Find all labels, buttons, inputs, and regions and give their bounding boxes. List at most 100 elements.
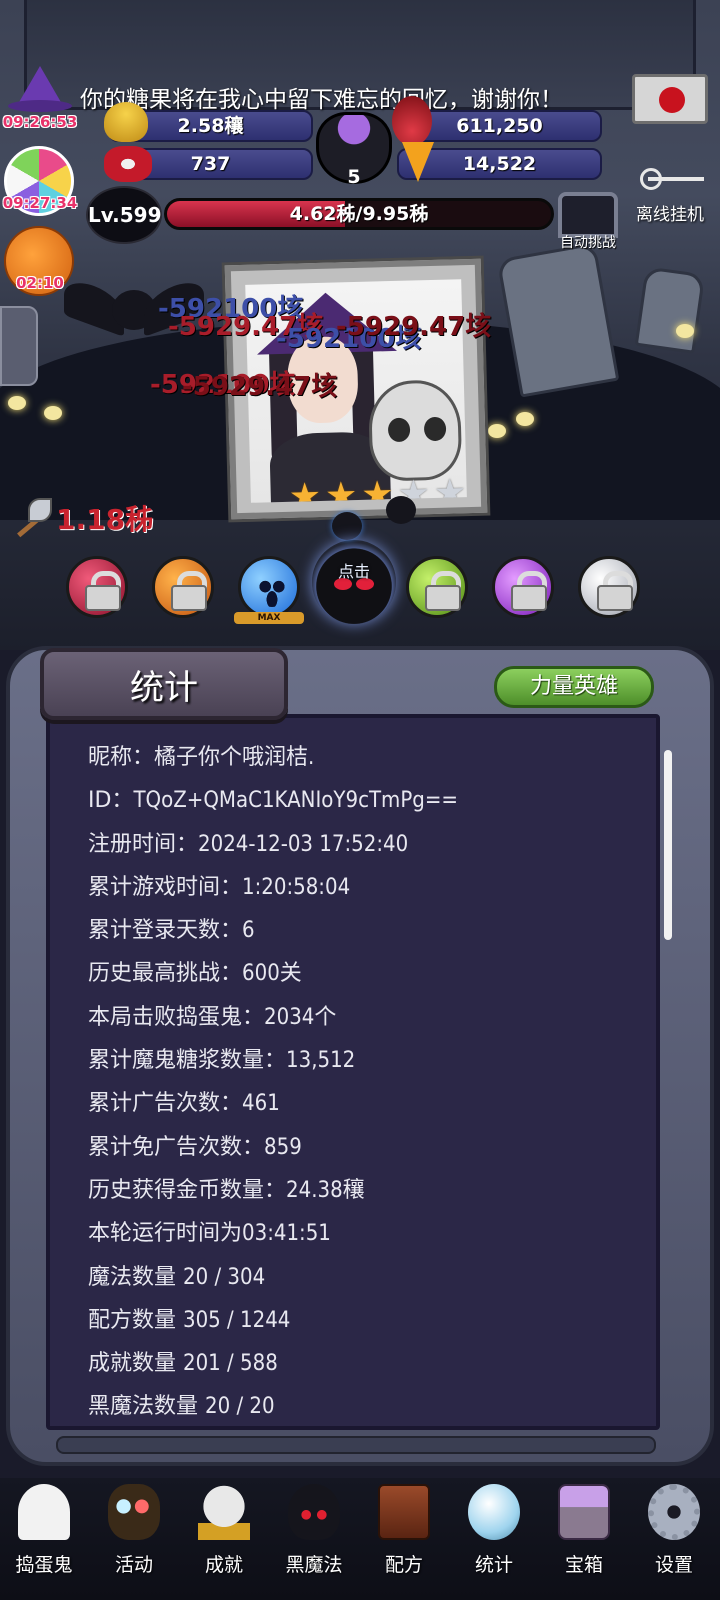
stat-row-achievements: 成就数量 201 / 588 bbox=[88, 1342, 648, 1385]
glowing-eye bbox=[676, 324, 694, 338]
nav-label: 活动 bbox=[114, 1554, 153, 1576]
mail-button[interactable] bbox=[632, 74, 708, 124]
hero-orb-white[interactable] bbox=[578, 556, 640, 618]
stat-row-nickname: 昵称：橘子你个哦润桔. bbox=[88, 736, 648, 779]
stat-value: 2024-12-03 17:52:40 bbox=[198, 831, 409, 857]
chest-icon bbox=[558, 1484, 610, 1540]
stat-row-black-magic: 黑魔法数量 20 / 20 bbox=[88, 1385, 648, 1428]
crystal-ball-icon bbox=[468, 1484, 520, 1540]
stat-value: TQoZ+QMaC1KANIoY9cTmPg== bbox=[133, 788, 459, 814]
stats-list: 昵称：橘子你个哦润桔. ID：TQoZ+QMaC1KANIoY9cTmPg== … bbox=[88, 736, 648, 1429]
witch-hat-icon[interactable] bbox=[4, 66, 74, 116]
nav-label: 设置 bbox=[654, 1554, 693, 1576]
glowing-eye bbox=[516, 412, 534, 426]
skull-trophy-icon bbox=[198, 1484, 250, 1540]
bow-skull-icon bbox=[104, 146, 152, 182]
damage-number: -5929.47垓 bbox=[336, 312, 492, 342]
lock-icon bbox=[425, 571, 461, 611]
auto-challenge-label[interactable]: 自动挑战 bbox=[548, 232, 628, 252]
tap-label[interactable]: 点击 bbox=[322, 558, 386, 582]
damage-number: -5929.47垓 bbox=[182, 372, 338, 402]
nav-label: 成就 bbox=[204, 1554, 243, 1576]
stat-key: ID： bbox=[88, 788, 134, 814]
candy-timer: 09:27:34 bbox=[2, 194, 78, 212]
lock-icon bbox=[511, 571, 547, 611]
stat-key: 累计登录天数： bbox=[88, 918, 243, 944]
stat-row-ad-free: 累计免广告次数：859 bbox=[88, 1126, 648, 1169]
stat-key: 历史最高挑战： bbox=[88, 961, 243, 987]
stat-value: 461 bbox=[242, 1091, 280, 1117]
stat-value: 859 bbox=[264, 1134, 302, 1160]
stat-value: 20 / 20 bbox=[205, 1394, 275, 1420]
star-icon: ★ bbox=[433, 472, 467, 503]
stat-value: 305 / 1244 bbox=[183, 1307, 291, 1333]
nav-label: 配方 bbox=[384, 1554, 423, 1576]
nav-label: 统计 bbox=[474, 1554, 513, 1576]
fishbone-icon[interactable] bbox=[640, 160, 706, 196]
stat-row-play-time: 累计游戏时间：1:20:58:04 bbox=[88, 866, 648, 909]
skull-potion-icon bbox=[392, 96, 432, 146]
imp-icon bbox=[386, 496, 416, 524]
stat-row-id: ID：TQoZ+QMaC1KANIoY9cTmPg== bbox=[88, 779, 648, 822]
glowing-eye bbox=[488, 424, 506, 438]
offline-idle-label[interactable]: 离线挂机 bbox=[636, 200, 720, 225]
mail-seal-icon bbox=[659, 87, 685, 113]
nav-label: 捣蛋鬼 bbox=[15, 1554, 73, 1576]
nav-label: 黑魔法 bbox=[285, 1554, 343, 1576]
stat-value: 24.38穰 bbox=[286, 1177, 365, 1203]
stat-row-defeated: 本局击败捣蛋鬼：2034个 bbox=[88, 996, 648, 1039]
stat-value: 20 / 304 bbox=[183, 1264, 266, 1290]
stat-key: 魔法数量 bbox=[88, 1264, 183, 1290]
nav-item-ghost[interactable]: 捣蛋鬼 bbox=[0, 1484, 88, 1594]
hero-orb-black[interactable] bbox=[312, 540, 396, 624]
tombstone bbox=[634, 266, 706, 354]
hero-orb-green[interactable] bbox=[406, 556, 468, 618]
hero-orb-purple[interactable] bbox=[492, 556, 554, 618]
stat-key: 累计魔鬼糖浆数量： bbox=[88, 1048, 287, 1074]
stat-key: 黑魔法数量 bbox=[88, 1394, 205, 1420]
stat-value: 6 bbox=[242, 918, 255, 944]
skull-icon bbox=[367, 379, 463, 482]
npc-message: 你的糖果将在我心中留下难忘的回忆，谢谢你！ bbox=[80, 87, 563, 113]
hat-timer: 09:26:53 bbox=[2, 113, 78, 131]
stat-row-recipes: 配方数量 305 / 1244 bbox=[88, 1299, 648, 1342]
stat-key: 注册时间： bbox=[88, 831, 199, 857]
hero-orb-orange[interactable] bbox=[152, 556, 214, 618]
nav-item-settings[interactable]: 设置 bbox=[630, 1484, 718, 1594]
stat-value: 201 / 588 bbox=[183, 1351, 278, 1377]
imp-icon bbox=[332, 512, 362, 540]
boss-hp-text: 4.62秭/9.95秭 bbox=[289, 203, 429, 225]
stat-row-session-time: 本轮运行时间为03:41:51 bbox=[88, 1212, 648, 1255]
gear-icon bbox=[648, 1484, 700, 1540]
stat-row-login-days: 累计登录天数：6 bbox=[88, 909, 648, 952]
lock-icon bbox=[171, 571, 207, 611]
nav-item-achievement[interactable]: 成就 bbox=[180, 1484, 268, 1594]
stat-value: 橘子你个哦润桔. bbox=[154, 745, 315, 770]
nav-item-stats[interactable]: 统计 bbox=[450, 1484, 538, 1594]
hero-orb-blue[interactable] bbox=[238, 556, 300, 618]
stats-scrollbar[interactable] bbox=[664, 750, 672, 940]
stat-key: 配方数量 bbox=[88, 1307, 183, 1333]
ghost-face-icon bbox=[255, 573, 289, 607]
star-icon: ★ bbox=[324, 475, 358, 503]
panel-bottom-rail bbox=[56, 1436, 656, 1454]
hero-orb-red[interactable] bbox=[66, 556, 128, 618]
nav-label: 宝箱 bbox=[564, 1554, 603, 1576]
star-rating: ★ ★ ★ ★ ★ bbox=[288, 472, 467, 503]
stat-value: 1:20:58:04 bbox=[242, 874, 351, 900]
black-magic-icon bbox=[288, 1484, 340, 1540]
hero-power-button[interactable]: 力量英雄 bbox=[494, 666, 654, 708]
panel-title: 统计 bbox=[130, 668, 198, 708]
max-badge: MAX bbox=[234, 612, 304, 624]
lock-icon bbox=[85, 571, 121, 611]
nav-item-activity[interactable]: 活动 bbox=[90, 1484, 178, 1594]
stat-row-highest-stage: 历史最高挑战：600关 bbox=[88, 952, 648, 995]
left-drawer-tab[interactable] bbox=[0, 306, 38, 386]
nav-item-recipe[interactable]: 配方 bbox=[360, 1484, 448, 1594]
nav-item-chest[interactable]: 宝箱 bbox=[540, 1484, 628, 1594]
nav-item-black-magic[interactable]: 黑魔法 bbox=[270, 1484, 358, 1594]
stat-value: 13,512 bbox=[286, 1048, 356, 1074]
boss-hp-bar: 4.62秭/9.95秭 bbox=[164, 198, 554, 230]
glowing-eye bbox=[8, 396, 26, 410]
stat-value: 03:41:51 bbox=[242, 1221, 331, 1247]
